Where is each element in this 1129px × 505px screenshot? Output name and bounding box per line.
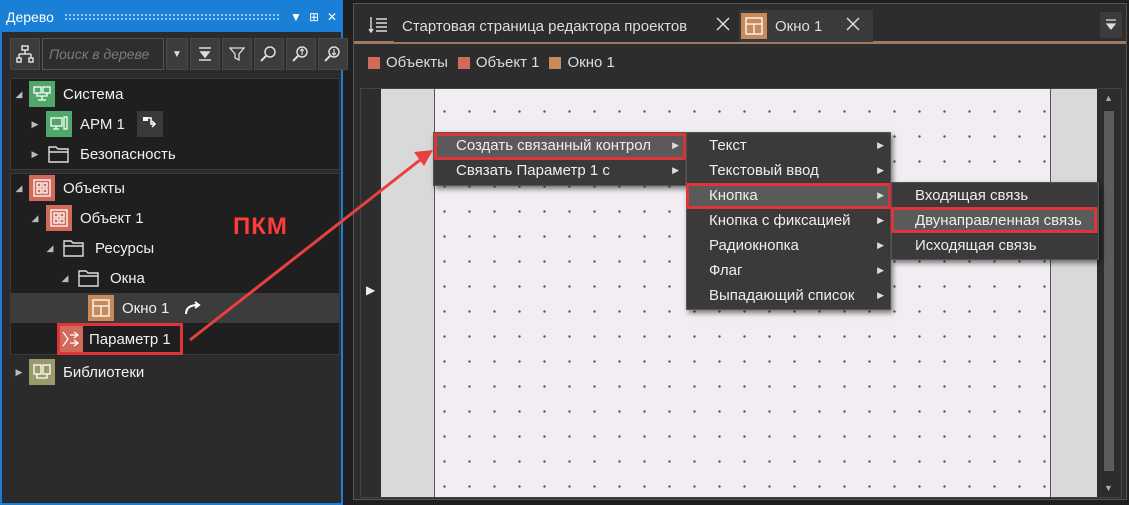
annotation-arrow [189, 150, 433, 342]
